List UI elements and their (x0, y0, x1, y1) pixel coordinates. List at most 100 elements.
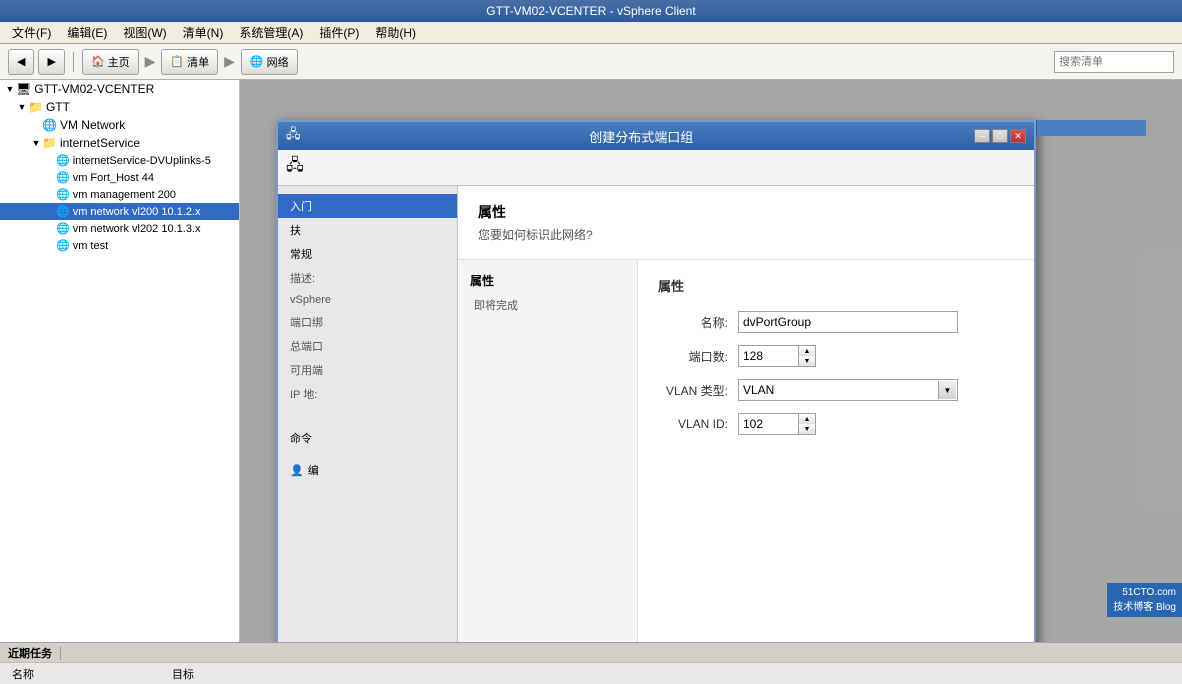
vlan-id-spinner-btns: ▲ ▼ (798, 413, 816, 435)
content-area: 🖧 创建分布式端口组 ─ □ ✕ 🖧 (240, 80, 1182, 642)
vlan-id-spinner: ▲ ▼ (738, 413, 816, 435)
search-input[interactable] (1054, 51, 1174, 73)
create-port-group-dialog: 🖧 创建分布式端口组 ─ □ ✕ 🖧 (276, 120, 1036, 642)
summary-panel: 属性 即将完成 (458, 260, 638, 642)
summary-subtitle: 即将完成 (470, 297, 625, 313)
port-count-label: 端口数: (658, 348, 738, 365)
port-count-spinner: ▲ ▼ (738, 345, 816, 367)
nav-vsphere: vSphere (278, 290, 457, 310)
expand-gtt[interactable]: ▼ (16, 102, 28, 112)
dialog-top-section: 属性 您要如何标识此网络? (458, 186, 1034, 260)
dvuplinks-icon: 🌐 (56, 154, 70, 167)
sidebar-item-gtt[interactable]: ▼ 📁 GTT (0, 98, 239, 116)
task-bar: 名称 目标 (0, 662, 1182, 684)
port-count-down[interactable]: ▼ (799, 356, 815, 366)
internet-label: internetService (60, 136, 140, 150)
dialog-content: 属性 您要如何标识此网络? 属性 即将完成 (458, 186, 1034, 642)
dialog-nav: 入门 扶 常规 描述: vSphere 端口绑 总端口 可用端 IP (278, 186, 458, 642)
toolbar-network-icon: 🖧 (286, 154, 304, 181)
menu-help[interactable]: 帮助(H) (367, 22, 424, 43)
fort-label: vm Fort_Host 44 (73, 172, 154, 184)
sidebar-item-vl200[interactable]: 🌐 vm network vl200 10.1.2.x (0, 203, 239, 220)
sidebar-item-management[interactable]: 🌐 vm management 200 (0, 186, 239, 203)
vl200-icon: 🌐 (56, 205, 70, 218)
forward-button[interactable]: ▶ (38, 49, 64, 75)
watermark-url: 51CTO.com (1113, 587, 1176, 598)
vmtest-icon: 🌐 (56, 239, 70, 252)
close-button[interactable]: ✕ (1010, 129, 1026, 143)
dialog-main-content: 属性 即将完成 属性 名称: (458, 260, 1034, 642)
list-label: 清单 (187, 54, 209, 70)
dialog-title-buttons: ─ □ ✕ (974, 129, 1026, 143)
mgmt-label: vm management 200 (73, 189, 176, 201)
bottom-sep (60, 646, 61, 660)
network-icon: 🌐 (250, 55, 264, 68)
toolbar: ◀ ▶ 🏠 主页 ▶ 📋 清单 ▶ 🌐 网络 (0, 44, 1182, 80)
sidebar-item-fort-host[interactable]: 🌐 vm Fort_Host 44 (0, 169, 239, 186)
menu-admin[interactable]: 系统管理(A) (231, 22, 311, 43)
nav-command[interactable]: 命令 (278, 426, 457, 450)
form-row-name: 名称: (658, 311, 1014, 333)
form-row-ports: 端口数: ▲ ▼ (658, 345, 1014, 367)
watermark: 51CTO.com 技术博客 Blog (1107, 583, 1182, 617)
list-button[interactable]: 📋 清单 (161, 49, 218, 75)
vmtest-label: vm test (73, 240, 108, 252)
sidebar-item-vm-network[interactable]: 🌐 VM Network (0, 116, 239, 134)
toolbar-separator3: ▶ (224, 53, 235, 70)
vm-network-icon: 🌐 (42, 118, 57, 132)
vlan-type-select[interactable]: VLAN 无 专用VLAN 中继 (738, 379, 958, 401)
vlan-id-down[interactable]: ▼ (799, 424, 815, 434)
vlan-id-up[interactable]: ▲ (799, 414, 815, 424)
mgmt-icon: 🌐 (56, 188, 70, 201)
expand-vcenter[interactable]: ▼ (4, 84, 16, 94)
sidebar-item-dvuplinks[interactable]: 🌐 internetService-DVUplinks-5 (0, 152, 239, 169)
dialog-heading: 属性 (478, 202, 1014, 222)
nav-desc: 描述: (278, 266, 457, 290)
app-title: GTT-VM02-VCENTER - vSphere Client (4, 4, 1178, 18)
nav-regular[interactable]: 常规 (278, 242, 457, 266)
bottom-bar: 近期任务 (0, 642, 1182, 662)
nav-jump[interactable]: 扶 (278, 218, 457, 242)
sidebar-item-internet-service[interactable]: ▼ 📁 internetService (0, 134, 239, 152)
nav-spacer (278, 406, 457, 426)
back-button[interactable]: ◀ (8, 49, 34, 75)
network-button[interactable]: 🌐 网络 (241, 49, 298, 75)
home-icon: 🏠 (91, 55, 105, 68)
expand-internet[interactable]: ▼ (30, 138, 42, 148)
vlan-type-wrapper: VLAN 无 专用VLAN 中继 ▼ (738, 379, 958, 401)
home-button[interactable]: 🏠 主页 (82, 49, 139, 75)
nav-totalport: 总端口 (278, 334, 457, 358)
sidebar-item-vm-test[interactable]: 🌐 vm test (0, 237, 239, 254)
nav-regular-label: 常规 (290, 246, 312, 262)
port-count-up[interactable]: ▲ (799, 346, 815, 356)
port-count-input[interactable] (738, 345, 798, 367)
nav-intro[interactable]: 入门 (278, 194, 457, 218)
toolbar-separator (73, 52, 74, 72)
gtt-icon: 📁 (28, 100, 43, 114)
menu-plugin[interactable]: 插件(P) (311, 22, 367, 43)
dialog-title-bar: 🖧 创建分布式端口组 ─ □ ✕ (278, 122, 1034, 150)
nav-spacer2 (278, 450, 457, 458)
vm-network-label: VM Network (60, 118, 125, 132)
maximize-button[interactable]: □ (992, 129, 1008, 143)
summary-title: 属性 (470, 272, 625, 289)
vlan-id-input[interactable] (738, 413, 798, 435)
vcenter-icon: 🖥 (16, 82, 31, 96)
menu-inventory[interactable]: 清单(N) (175, 22, 232, 43)
menu-edit[interactable]: 编辑(E) (59, 22, 115, 43)
menu-file[interactable]: 文件(F) (4, 22, 59, 43)
minimize-button[interactable]: ─ (974, 129, 990, 143)
nav-portbind: 端口绑 (278, 310, 457, 334)
network-label: 网络 (267, 54, 289, 70)
nav-intro-label: 入门 (290, 198, 312, 214)
dialog-toolbar: 🖧 (278, 150, 1034, 186)
right-panel (1036, 120, 1146, 136)
modal-overlay: 🖧 创建分布式端口组 ─ □ ✕ 🖧 (240, 80, 1182, 642)
menu-view[interactable]: 视图(W) (115, 22, 174, 43)
name-input[interactable] (738, 311, 958, 333)
sidebar-item-vl202[interactable]: 🌐 vm network vl202 10.1.3.x (0, 220, 239, 237)
nav-edit[interactable]: 👤 编 (278, 458, 457, 482)
nav-command-label: 命令 (290, 430, 312, 446)
dialog-body: 入门 扶 常规 描述: vSphere 端口绑 总端口 可用端 IP (278, 186, 1034, 642)
sidebar-item-vcenter[interactable]: ▼ 🖥 GTT-VM02-VCENTER (0, 80, 239, 98)
